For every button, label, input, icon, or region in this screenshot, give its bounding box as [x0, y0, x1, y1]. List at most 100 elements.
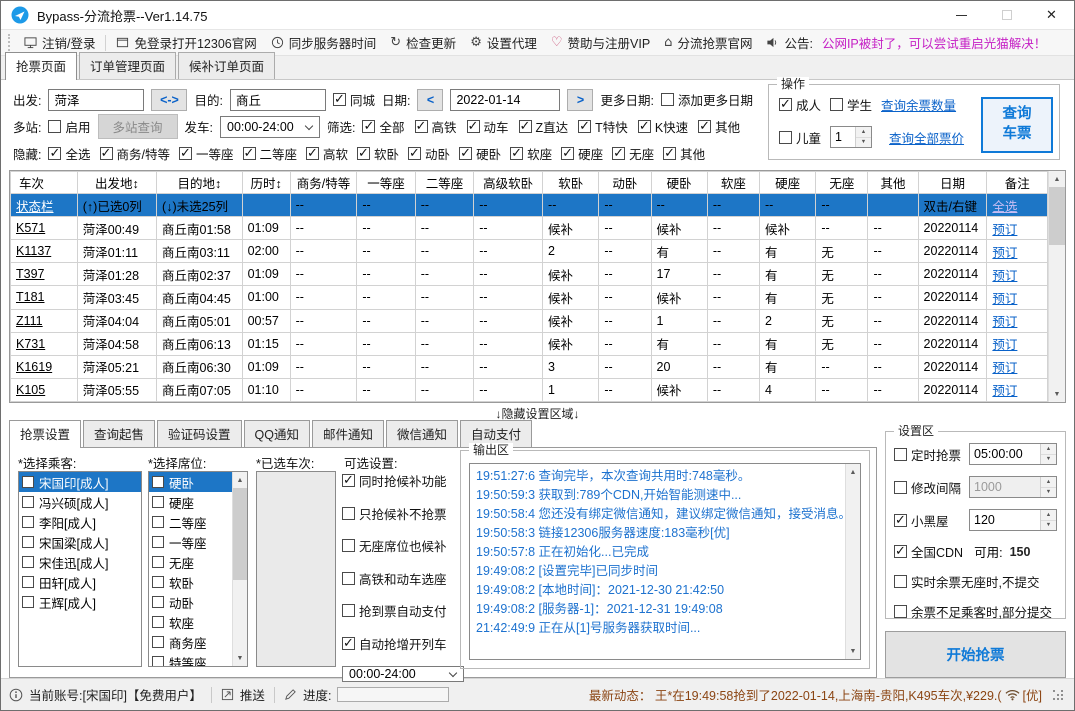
passenger-item-6[interactable]: 王辉[成人]: [19, 592, 141, 612]
multi-enable-checkbox[interactable]: 启用: [48, 117, 90, 136]
settings-tab-4[interactable]: 邮件通知: [312, 420, 384, 447]
train-code-link[interactable]: Z111: [16, 314, 43, 328]
toolbar-sponsor-vip[interactable]: ♡赞助与注册VIP: [544, 33, 657, 52]
train-row[interactable]: T397菏泽01:28商丘南02:3701:09--------候补--17--…: [11, 263, 1048, 286]
setting-stepper-1[interactable]: 1000▲▼: [969, 476, 1057, 498]
multi-station-query-button[interactable]: 多站查询: [98, 114, 178, 139]
train-code-link[interactable]: K1619: [16, 360, 52, 374]
select-all-link[interactable]: 全选: [992, 200, 1017, 214]
close-button[interactable]: ✕: [1029, 1, 1074, 29]
step-down-icon[interactable]: ▼: [856, 138, 871, 148]
scroll-up-icon[interactable]: ▲: [1049, 171, 1065, 187]
toolbar-official-site[interactable]: ⌂分流抢票官网: [657, 33, 759, 52]
train-code-link[interactable]: K731: [16, 337, 45, 351]
passenger-item-4[interactable]: 宋佳迅[成人]: [19, 552, 141, 572]
query-remaining-link[interactable]: 查询余票数量: [881, 95, 956, 114]
log-scrollbar[interactable]: ▲ ▼: [845, 464, 860, 659]
status-bar-link[interactable]: 状态栏: [16, 200, 54, 214]
train-row[interactable]: Z111菏泽04:04商丘南05:0100:57--------候补--1--2…: [11, 309, 1048, 332]
grab-time-range-select[interactable]: 00:00-24:00: [342, 666, 464, 682]
step-down-icon[interactable]: ▼: [1041, 521, 1056, 531]
minimize-button[interactable]: [939, 1, 984, 29]
setting-checkbox-0[interactable]: 定时抢票: [894, 445, 961, 464]
train-row[interactable]: K105菏泽05:55商丘南07:0501:10--------1--候补--4…: [11, 378, 1048, 401]
hide-filter-8[interactable]: 软座: [510, 144, 552, 163]
scroll-track[interactable]: [846, 480, 860, 643]
student-checkbox[interactable]: 学生: [830, 95, 872, 114]
column-header-3[interactable]: 历时↕: [242, 172, 290, 194]
toolbar-sync-server-time[interactable]: 同步服务器时间: [264, 33, 384, 52]
book-link[interactable]: 预订: [992, 384, 1017, 398]
toolbar-announcement[interactable]: 公告:: [759, 33, 819, 52]
seat-item-3[interactable]: 一等座: [149, 532, 232, 552]
seat-item-9[interactable]: 特等座: [149, 652, 232, 667]
resize-grip[interactable]: [1052, 689, 1064, 701]
stepper-arrows[interactable]: ▲▼: [1040, 510, 1056, 530]
filter-1[interactable]: 高铁: [415, 117, 457, 136]
stepper-arrows[interactable]: ▲▼: [1040, 444, 1056, 464]
option-3[interactable]: 高铁和动车选座: [342, 569, 464, 588]
stepper-arrows[interactable]: ▲▼: [1040, 477, 1056, 497]
option-0[interactable]: 同时抢候补功能: [342, 471, 464, 490]
hide-filter-4[interactable]: 高软: [306, 144, 348, 163]
passenger-item-5[interactable]: 田轩[成人]: [19, 572, 141, 592]
book-link[interactable]: 预订: [992, 246, 1017, 260]
step-down-icon[interactable]: ▼: [1041, 455, 1056, 465]
column-header-1[interactable]: 出发地↕: [77, 172, 156, 194]
book-link[interactable]: 预订: [992, 269, 1017, 283]
scroll-up-icon[interactable]: ▲: [233, 472, 247, 488]
setting-checkbox-2[interactable]: 小黑屋: [894, 511, 949, 530]
hide-filter-6[interactable]: 动卧: [408, 144, 450, 163]
filter-4[interactable]: T特快: [578, 117, 628, 136]
scroll-track[interactable]: [1049, 245, 1065, 386]
settings-tab-2[interactable]: 验证码设置: [157, 420, 242, 447]
seat-item-2[interactable]: 二等座: [149, 512, 232, 532]
tab-waitlist-order-page[interactable]: 候补订单页面: [178, 52, 275, 79]
option-4[interactable]: 抢到票自动支付: [342, 601, 464, 620]
adult-checkbox[interactable]: 成人: [779, 95, 821, 114]
column-header-2[interactable]: 目的地↕: [157, 172, 243, 194]
status-row[interactable]: 状态栏(↑)已选0列(↓)未选25列--------------------双击…: [11, 194, 1048, 217]
scroll-down-icon[interactable]: ▼: [233, 650, 247, 666]
hide-filter-7[interactable]: 硬卧: [459, 144, 501, 163]
maximize-button[interactable]: [984, 1, 1029, 29]
toolbar-check-update[interactable]: ↻检查更新: [383, 33, 463, 52]
book-link[interactable]: 预订: [992, 315, 1017, 329]
settings-tab-3[interactable]: QQ通知: [244, 420, 310, 447]
seat-item-6[interactable]: 动卧: [149, 592, 232, 612]
step-down-icon[interactable]: ▼: [1041, 488, 1056, 498]
hide-filter-11[interactable]: 其他: [663, 144, 705, 163]
setting-stepper-0[interactable]: 05:00:00▲▼: [969, 443, 1057, 465]
settings-tab-0[interactable]: 抢票设置: [9, 420, 81, 448]
step-up-icon[interactable]: ▲: [856, 127, 871, 138]
step-up-icon[interactable]: ▲: [1041, 477, 1056, 488]
scroll-track[interactable]: [233, 580, 247, 650]
depart-time-select[interactable]: 00:00-24:00: [220, 116, 320, 138]
book-link[interactable]: 预订: [992, 361, 1017, 375]
prev-date-button[interactable]: <: [417, 89, 443, 111]
passenger-item-0[interactable]: 宋国印[成人]: [19, 472, 141, 492]
option-5[interactable]: 自动抢增开列车: [342, 634, 464, 653]
next-date-button[interactable]: >: [567, 89, 593, 111]
train-code-link[interactable]: K571: [16, 221, 45, 235]
cdn-checkbox[interactable]: 全国CDN: [894, 542, 963, 561]
filter-3[interactable]: Z直达: [519, 117, 569, 136]
query-tickets-button[interactable]: 查询 车票: [981, 97, 1053, 153]
seat-item-1[interactable]: 硬座: [149, 492, 232, 512]
seat-item-7[interactable]: 软座: [149, 612, 232, 632]
train-row[interactable]: K1137菏泽01:11商丘南03:1102:00--------2--有--有…: [11, 240, 1048, 263]
start-grab-button[interactable]: 开始抢票: [885, 631, 1066, 678]
push-label[interactable]: 推送: [240, 685, 265, 704]
tab-order-manage-page[interactable]: 订单管理页面: [79, 52, 176, 79]
seat-list-scrollbar[interactable]: ▲ ▼: [232, 472, 247, 666]
train-code-link[interactable]: T181: [16, 290, 45, 304]
hide-filter-0[interactable]: 全选: [48, 144, 90, 163]
train-row[interactable]: K1619菏泽05:21商丘南06:3001:09--------3--20--…: [11, 355, 1048, 378]
hide-filter-9[interactable]: 硬座: [561, 144, 603, 163]
train-code-link[interactable]: K105: [16, 383, 45, 397]
book-link[interactable]: 预订: [992, 223, 1017, 237]
date-input[interactable]: 2022-01-14: [450, 89, 560, 111]
hide-filter-2[interactable]: 一等座: [179, 144, 234, 163]
query-price-link[interactable]: 查询全部票价: [889, 128, 964, 147]
passenger-item-3[interactable]: 宋国梁[成人]: [19, 532, 141, 552]
